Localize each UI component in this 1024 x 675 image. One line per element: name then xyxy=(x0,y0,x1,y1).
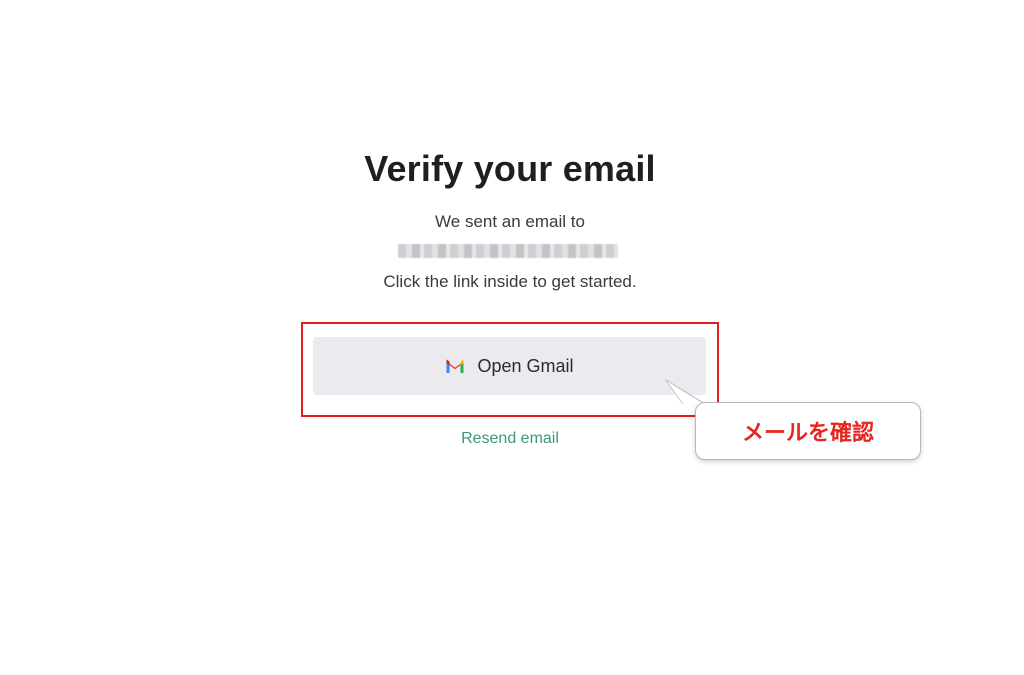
instruction-text: Click the link inside to get started. xyxy=(383,272,637,291)
verify-email-page: Verify your email We sent an email to Cl… xyxy=(0,0,1024,675)
annotation-highlight-box xyxy=(301,322,719,417)
page-title: Verify your email xyxy=(364,148,656,189)
sent-email-text: We sent an email to xyxy=(435,212,585,231)
annotation-callout: メールを確認 xyxy=(695,402,921,460)
redacted-email-address xyxy=(398,244,618,258)
callout-text: メールを確認 xyxy=(741,421,874,446)
